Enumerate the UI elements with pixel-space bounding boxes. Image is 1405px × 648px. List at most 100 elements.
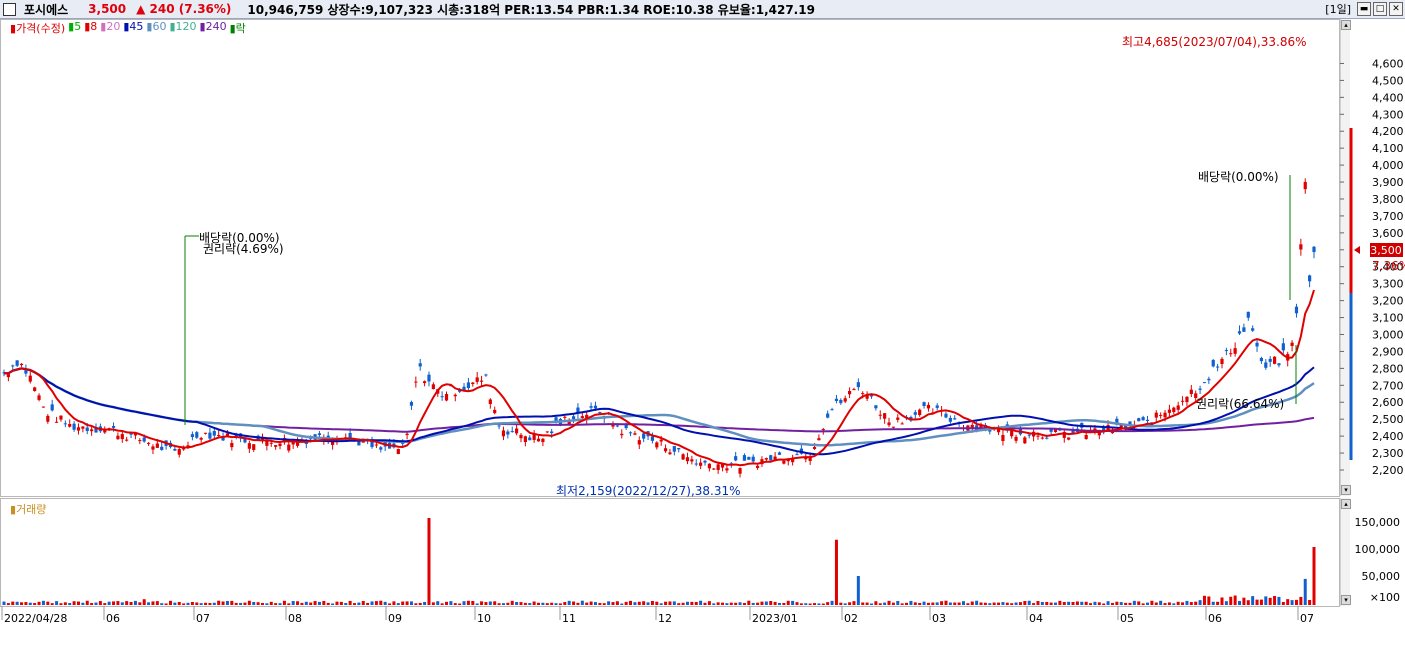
volume-bar: [891, 602, 895, 605]
volume-bar: [953, 602, 957, 605]
volume-bar: [515, 601, 519, 605]
candle-body: [488, 399, 492, 405]
candle-body: [900, 423, 904, 425]
volume-bar: [256, 602, 260, 605]
candle-body: [672, 446, 676, 452]
volume-bar: [1220, 597, 1224, 605]
volume-bar: [11, 601, 15, 605]
volume-bar: [970, 601, 974, 605]
volume-bar: [401, 601, 405, 605]
volume-bar: [1264, 596, 1268, 605]
price-axis-label: 3,700: [1372, 210, 1404, 223]
candle-body: [874, 405, 878, 409]
volume-bar: [1084, 601, 1088, 605]
volume-bar: [1045, 601, 1049, 605]
volume-bar: [694, 601, 698, 605]
volume-bar: [221, 601, 225, 605]
candle-body: [1185, 396, 1189, 403]
candle-body: [76, 427, 81, 431]
candle-body: [1268, 358, 1272, 362]
candle-body: [287, 444, 291, 451]
candle-body: [85, 427, 89, 432]
volume-bar: [707, 601, 711, 605]
candle-body: [138, 440, 142, 442]
volume-bar: [637, 601, 641, 605]
candle-body: [913, 412, 917, 415]
candle-body: [861, 393, 865, 395]
volume-bar: [983, 602, 987, 605]
volume-bar: [1018, 602, 1022, 605]
candle-body: [146, 442, 151, 444]
volume-bar: [1277, 596, 1281, 605]
candle-body: [374, 444, 379, 446]
candle-body: [28, 375, 32, 382]
volume-bar: [133, 600, 137, 605]
volume-bar: [414, 603, 418, 605]
candle-body: [628, 432, 633, 434]
candle-body: [918, 409, 922, 416]
price-axis-label: 2,500: [1372, 413, 1404, 426]
volume-bar: [681, 602, 685, 605]
candle-body: [817, 438, 821, 441]
candle-body: [541, 438, 545, 443]
candle-body: [769, 455, 773, 461]
volume-bar: [528, 603, 532, 605]
candle-body: [712, 468, 716, 470]
high-annotation: 최고4,685(2023/07/04),33.86%: [1122, 35, 1307, 49]
volume-bar: [1124, 602, 1128, 605]
date-axis-label: 12: [658, 612, 672, 625]
date-axis-label: 10: [477, 612, 491, 625]
volume-bar: [940, 601, 944, 605]
volume-bar: [1001, 602, 1005, 605]
volume-bar: [786, 600, 790, 605]
candle-body: [663, 448, 668, 452]
candle-body: [160, 446, 164, 450]
price-axis-label: 3,600: [1372, 227, 1404, 240]
date-axis-label: 06: [1208, 612, 1222, 625]
volume-bar: [300, 602, 304, 605]
volume-bar: [523, 602, 527, 605]
rights-annotation-1: 권리락(4.69%): [203, 242, 284, 256]
volume-bar: [366, 602, 370, 605]
candle-body: [883, 413, 887, 419]
candle-body: [155, 443, 159, 448]
volume-bar: [440, 603, 444, 605]
date-axis-label: 2022/04/28: [4, 612, 67, 625]
volume-bar: [506, 602, 510, 605]
candle-body: [431, 384, 435, 390]
candle-body: [466, 382, 471, 388]
volume-bar: [1259, 599, 1263, 605]
volume-bar: [1075, 601, 1079, 605]
candle-body: [252, 444, 256, 450]
candle-body: [1067, 437, 1071, 440]
candle-body: [348, 432, 352, 438]
volume-bar: [173, 602, 177, 605]
volume-bar: [1036, 601, 1040, 605]
volume-axis-label: 50,000: [1362, 570, 1401, 583]
volume-bar: [611, 602, 615, 605]
candle-body: [839, 399, 843, 404]
candle-body: [199, 437, 203, 440]
volume-bar: [703, 602, 707, 605]
volume-bar: [1294, 599, 1298, 605]
volume-bar: [1159, 600, 1163, 605]
volume-bar: [475, 603, 479, 605]
candle-body: [755, 465, 760, 468]
volume-bar: [1246, 600, 1250, 605]
volume-bar: [878, 603, 882, 605]
volume-bar: [756, 602, 760, 605]
candle-body: [716, 464, 720, 471]
date-axis-label: 07: [196, 612, 210, 625]
candle-body: [1045, 437, 1049, 439]
volume-bar: [699, 600, 703, 605]
candle-body: [1308, 275, 1312, 282]
volume-bar: [742, 602, 746, 605]
candle-body: [637, 440, 641, 445]
candle-body: [843, 398, 847, 402]
stock-chart[interactable]: 4,600 4,500 4,400 4,300 4,200 4,100 4,000 3,900…: [0, 0, 1405, 648]
candle-body: [116, 435, 120, 440]
candle-body: [1040, 437, 1044, 439]
volume-bar: [493, 601, 497, 605]
volume-bar: [322, 600, 326, 605]
price-axis-label: 4,400: [1372, 91, 1404, 104]
